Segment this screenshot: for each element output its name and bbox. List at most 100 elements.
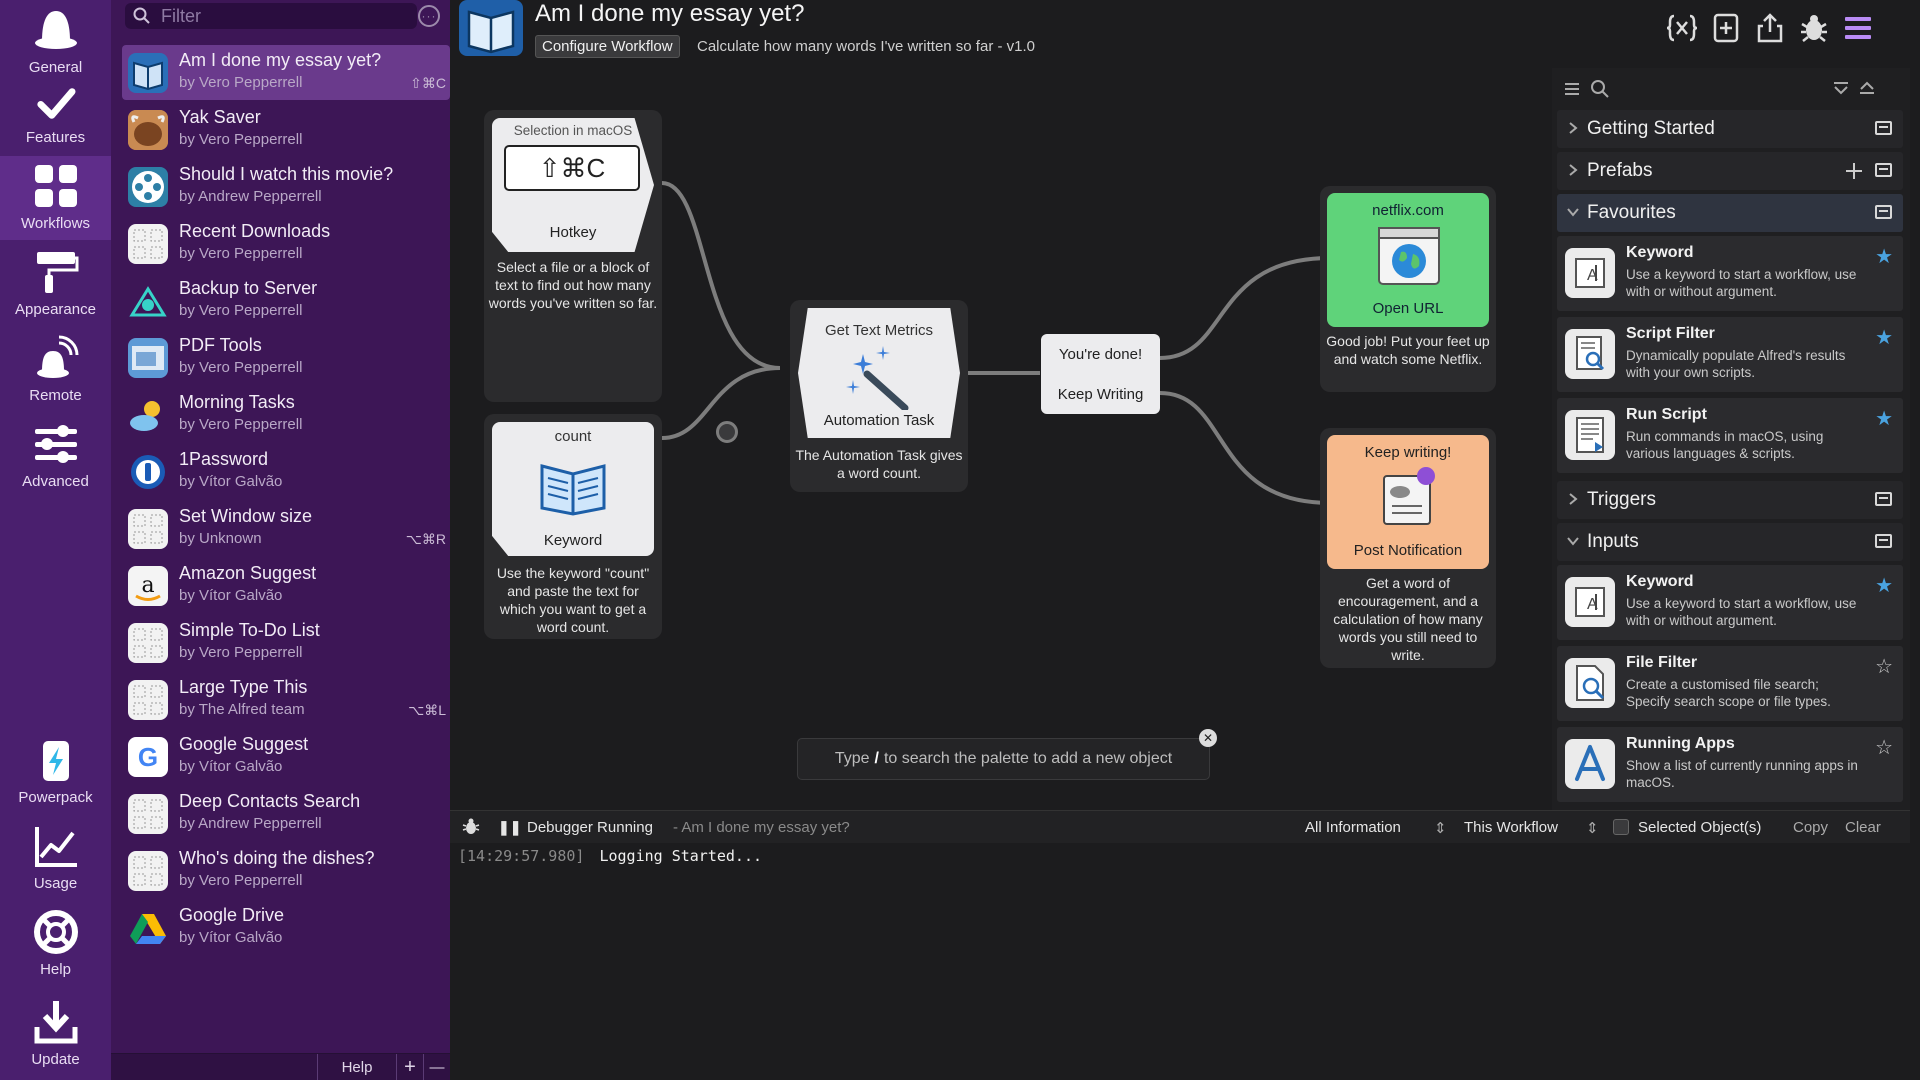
collapse-section-icon[interactable] [1875, 163, 1892, 177]
workflow-shortcut: ⌥⌘R [405, 531, 446, 547]
palette-item-script-filter[interactable]: Script Filter Dynamically populate Alfre… [1557, 317, 1903, 392]
star-outline-icon[interactable]: ☆ [1875, 735, 1893, 760]
palette-menu-icon[interactable] [1842, 12, 1874, 44]
placeholder-grid-icon [128, 509, 168, 549]
selected-objects-checkbox[interactable] [1613, 819, 1629, 835]
collapse-all-icon[interactable] [1832, 81, 1850, 97]
chevron-updown-icon[interactable]: ⇕ [1586, 819, 1599, 837]
star-filled-icon[interactable]: ★ [1875, 244, 1893, 269]
preferences-nav: General Features Workflows Appearance Re… [0, 0, 111, 1080]
palette-item-run-script[interactable]: Run Script Run commands in macOS, using … [1557, 398, 1903, 473]
add-object-icon[interactable] [1710, 12, 1742, 44]
add-prefab-icon[interactable] [1845, 162, 1863, 180]
palette-search-hint[interactable]: Type / to search the palette to add a ne… [797, 729, 1217, 780]
conditional-node[interactable]: You're done! Keep Writing [1041, 334, 1160, 414]
debugger-bug-icon[interactable] [1798, 12, 1830, 44]
nav-remote[interactable]: Remote [0, 328, 111, 412]
workflow-item[interactable]: Am I done my essay yet? by Vero Pepperre… [122, 45, 450, 100]
keyword-node[interactable]: count Keyword Use the keyword "count" an… [484, 414, 662, 639]
workflow-item[interactable]: Who's doing the dishes? by Vero Pepperre… [122, 843, 450, 898]
add-workflow-button[interactable]: + [396, 1054, 423, 1080]
list-view-icon[interactable] [1564, 81, 1580, 97]
search-icon[interactable] [1590, 79, 1610, 99]
expand-all-icon[interactable] [1858, 79, 1876, 95]
placeholder-grid-icon [128, 224, 168, 264]
connection-junction[interactable] [716, 421, 738, 443]
section-triggers[interactable]: Triggers [1557, 481, 1903, 519]
workflow-item[interactable]: Morning Tasks by Vero Pepperrell [122, 387, 450, 442]
keyword-icon: A [1565, 577, 1615, 627]
palette-item-title: Keyword [1626, 573, 1694, 590]
hotkey-type-label: Hotkey [549, 224, 597, 241]
section-inputs[interactable]: Inputs [1557, 523, 1903, 561]
nav-workflows[interactable]: Workflows [0, 156, 111, 240]
placeholder-grid-icon [128, 794, 168, 834]
workflow-item[interactable]: Google Drive by Vítor Galvão [122, 900, 450, 955]
paint-roller-icon [36, 252, 78, 293]
automation-task-node[interactable]: Get Text Metrics Automation Task The Aut… [790, 300, 968, 492]
palette-item-running-apps[interactable]: Running Apps Show a list of currently ru… [1557, 727, 1903, 802]
section-prefabs[interactable]: Prefabs [1557, 152, 1903, 190]
hotkey-node[interactable]: Selection in macOS ⇧⌘C Hotkey Select a f… [484, 110, 662, 402]
nav-advanced[interactable]: Advanced [0, 414, 111, 498]
palette-item-keyword[interactable]: A Keyword Use a keyword to start a workf… [1557, 236, 1903, 311]
section-favourites[interactable]: Favourites [1557, 194, 1903, 232]
clear-button[interactable]: Clear [1845, 819, 1881, 836]
post-notification-node[interactable]: Keep writing! Post Notification Get a wo… [1320, 428, 1496, 668]
log-level-select[interactable]: All Information [1305, 819, 1401, 836]
nav-appearance[interactable]: Appearance [0, 242, 111, 326]
variables-icon[interactable] [1666, 12, 1698, 44]
workflow-item[interactable]: PDF Tools by Vero Pepperrell [122, 330, 450, 385]
workflow-title: Amazon Suggest [179, 563, 317, 583]
star-filled-icon[interactable]: ★ [1875, 573, 1893, 598]
remove-workflow-button[interactable]: — [423, 1054, 450, 1080]
workflow-item[interactable]: Large Type This by The Alfred team ⌥⌘L [122, 672, 450, 727]
filter-input[interactable]: Filter [125, 3, 417, 29]
nav-general[interactable]: General [0, 0, 111, 84]
collapse-section-icon[interactable] [1875, 534, 1892, 548]
pause-icon[interactable]: ❚❚ [498, 819, 521, 836]
workflow-item[interactable]: a Amazon Suggest by Vítor Galvão [122, 558, 450, 613]
collapse-section-icon[interactable] [1875, 492, 1892, 506]
configure-workflow-button[interactable]: Configure Workflow [535, 35, 680, 58]
open-url-node[interactable]: netflix.com Open URL Good job! Put your … [1320, 186, 1496, 392]
copy-button[interactable]: Copy [1793, 819, 1828, 836]
1password-icon [128, 452, 168, 492]
close-hint-icon[interactable]: ✕ [1199, 729, 1217, 747]
workflow-item[interactable]: Backup to Server by Vero Pepperrell [122, 273, 450, 328]
nav-update[interactable]: Update [0, 988, 111, 1076]
keyword-icon: A [1565, 248, 1615, 298]
workflow-item[interactable]: Should I watch this movie? by Andrew Pep… [122, 159, 450, 214]
workflow-item[interactable]: G Google Suggest by Vítor Galvão [122, 729, 450, 784]
automation-label-top: Get Text Metrics [824, 322, 934, 339]
powerpack-icon [42, 741, 69, 781]
nav-features[interactable]: Features [0, 84, 111, 154]
palette-item-file-filter[interactable]: File Filter Create a customised file sea… [1557, 646, 1903, 721]
workflow-item[interactable]: Yak Saver by Vero Pepperrell [122, 102, 450, 157]
chevron-updown-icon[interactable]: ⇕ [1434, 819, 1447, 837]
nav-help[interactable]: Help [0, 902, 111, 986]
share-export-icon[interactable] [1754, 12, 1786, 44]
workflow-item[interactable]: 1Password by Vítor Galvão [122, 444, 450, 499]
collapse-section-icon[interactable] [1875, 121, 1892, 135]
section-getting-started[interactable]: Getting Started [1557, 110, 1903, 148]
collapse-section-icon[interactable] [1875, 205, 1892, 219]
workflow-item[interactable]: Set Window size by Unknown ⌥⌘R [122, 501, 450, 556]
workflow-title: Am I done my essay yet? [179, 50, 382, 70]
nav-usage[interactable]: Usage [0, 816, 111, 900]
star-filled-icon[interactable]: ★ [1875, 325, 1893, 350]
workflow-author: by Vero Pepperrell [179, 359, 303, 376]
star-outline-icon[interactable]: ☆ [1875, 654, 1893, 679]
star-filled-icon[interactable]: ★ [1875, 406, 1893, 431]
scope-select[interactable]: This Workflow [1464, 819, 1558, 836]
workflow-item[interactable]: Deep Contacts Search by Andrew Pepperrel… [122, 786, 450, 841]
help-button[interactable]: Help [317, 1054, 396, 1080]
hotkey-keycap: ⇧⌘C [504, 145, 640, 191]
workflow-item[interactable]: Simple To-Do List by Vero Pepperrell [122, 615, 450, 670]
nav-powerpack[interactable]: Powerpack [0, 730, 111, 814]
more-options-icon[interactable]: ··· [418, 5, 440, 27]
workflow-item[interactable]: Recent Downloads by Vero Pepperrell [122, 216, 450, 271]
palette-item-keyword[interactable]: A Keyword Use a keyword to start a workf… [1557, 565, 1903, 640]
workflow-canvas[interactable]: Selection in macOS ⇧⌘C Hotkey Select a f… [450, 68, 1552, 810]
workflow-author: by Vero Pepperrell [179, 245, 303, 262]
